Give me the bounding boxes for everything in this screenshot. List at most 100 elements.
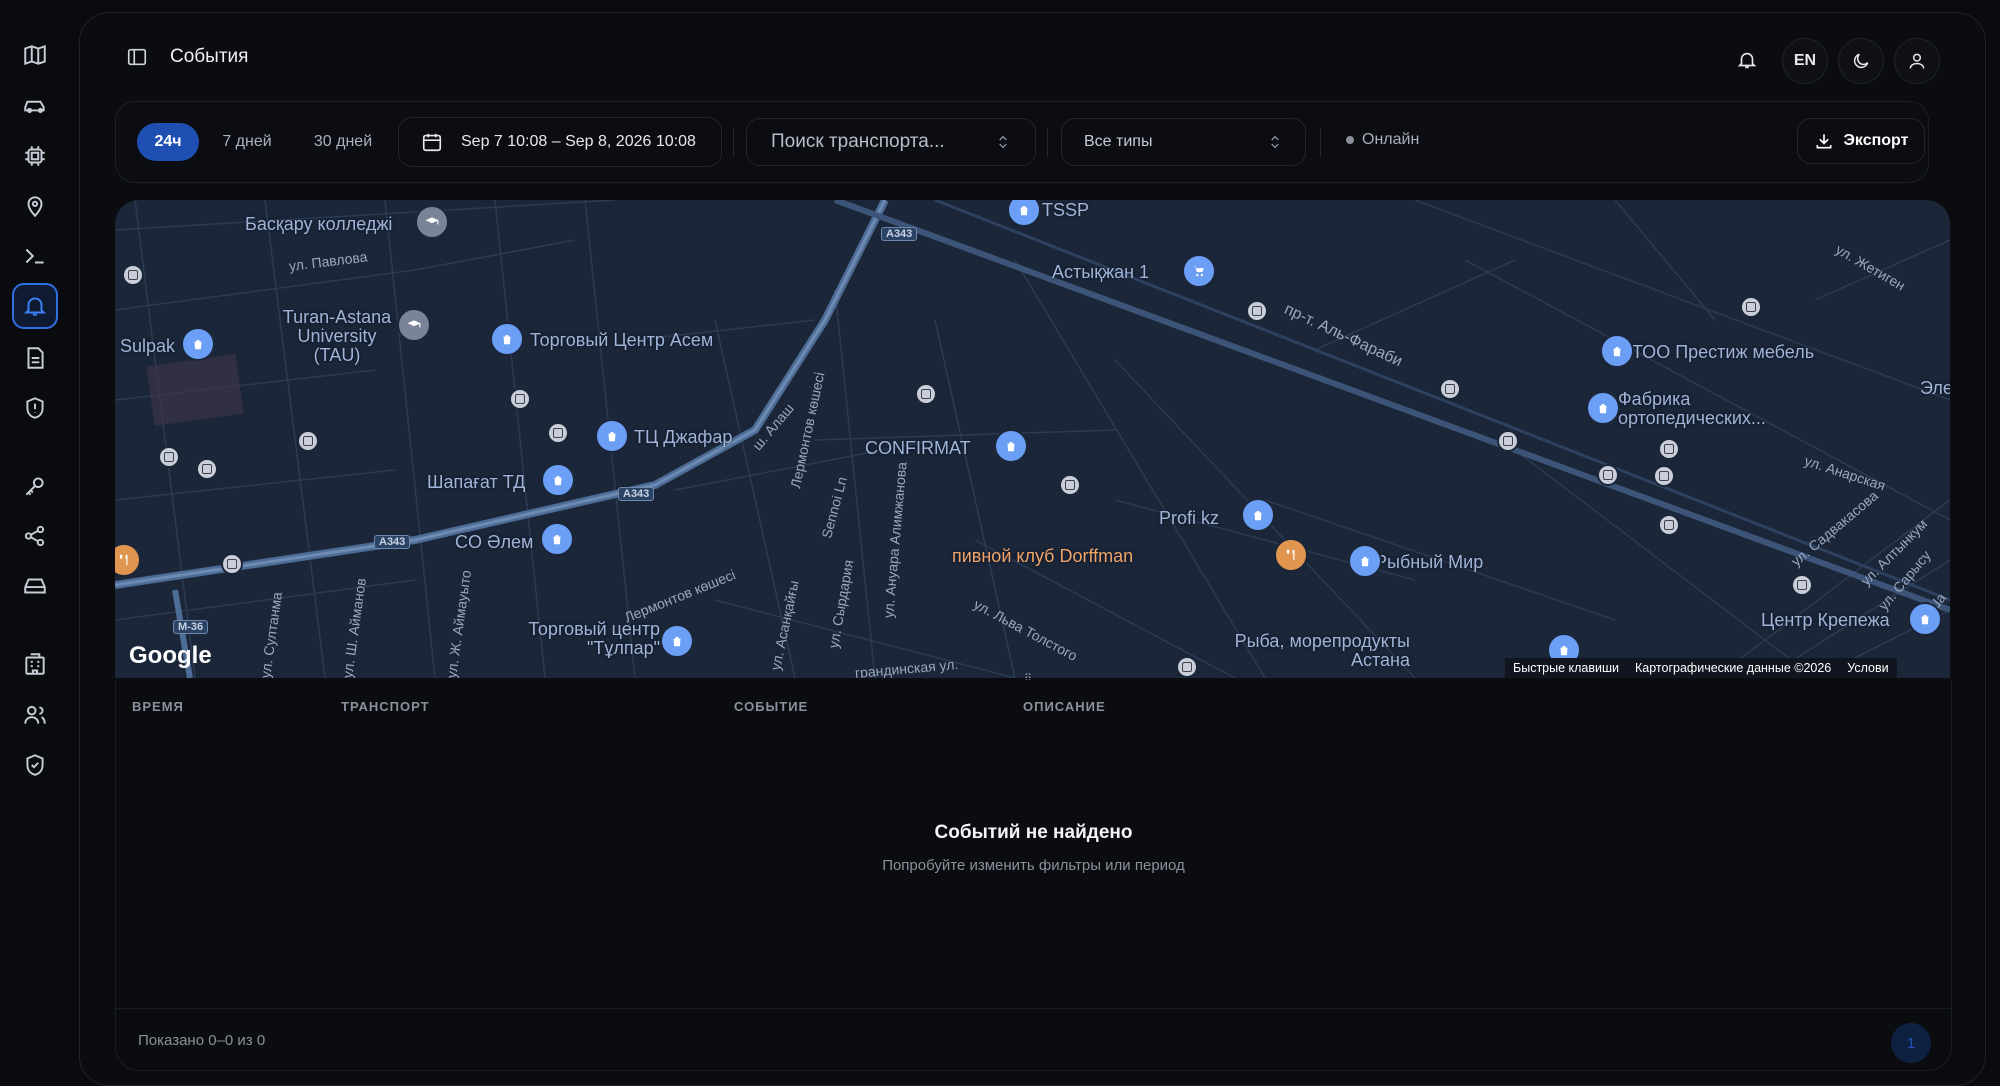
column-header-event[interactable]: СОБЫТИЕ [734, 699, 808, 714]
bus-stop-icon[interactable] [1658, 438, 1680, 460]
column-header-time[interactable]: ВРЕМЯ [132, 699, 184, 714]
terms-link[interactable]: Услови [1839, 658, 1897, 678]
shopping-bag-pin-icon[interactable] [490, 322, 524, 356]
place-label: Рыбный Мир [1375, 552, 1484, 572]
page-1-button[interactable]: 1 [1891, 1023, 1931, 1063]
shopping-bag-pin-icon[interactable] [1586, 391, 1620, 425]
place-label: Торговый центр "Тұлпар" [528, 619, 660, 658]
period-30d-button[interactable]: 30 дней [303, 123, 383, 161]
user-profile-icon[interactable] [1894, 38, 1940, 84]
place-label: Profi kz [1159, 508, 1220, 528]
bus-stop-icon[interactable] [1597, 464, 1619, 486]
place-label: Turan-Astana University (TAU) [282, 307, 392, 365]
bus-stop-icon[interactable] [1176, 656, 1198, 678]
shield-alert-nav-icon[interactable] [12, 385, 58, 431]
bus-stop-icon[interactable] [221, 553, 243, 575]
shopping-bag-pin-icon[interactable] [1241, 498, 1275, 532]
type-select-value: Все типы [1084, 133, 1153, 150]
bus-stop-icon[interactable] [1439, 378, 1461, 400]
shopping-bag-pin-icon[interactable] [181, 327, 215, 361]
calendar-icon [421, 131, 443, 153]
map-nav-icon[interactable] [12, 32, 58, 78]
type-select[interactable]: Все типы [1061, 118, 1306, 166]
shopping-bag-pin-icon[interactable] [994, 429, 1028, 463]
cart-pin-icon[interactable] [1182, 254, 1216, 288]
bus-stop-icon[interactable] [122, 264, 144, 286]
bus-stop-icon[interactable] [1246, 300, 1268, 322]
terminal-nav-icon[interactable] [12, 233, 58, 279]
bus-stop-icon[interactable] [1740, 296, 1762, 318]
vehicle-search-input[interactable]: Поиск транспорта... [746, 118, 1036, 166]
divider [116, 1008, 1951, 1009]
period-24h-button[interactable]: 24ч [137, 123, 199, 161]
column-header-vehicle[interactable]: ТРАНСПОРТ [341, 699, 430, 714]
road-code: M-36 [173, 620, 209, 634]
keyboard-shortcuts-link[interactable]: Быстрые клавиши [1505, 658, 1628, 678]
bus-stop-icon[interactable] [547, 422, 569, 444]
road-code: A343 [881, 227, 918, 241]
divider [1047, 127, 1048, 157]
shopping-bag-pin-icon[interactable] [1908, 602, 1942, 636]
online-filter[interactable]: Онлайн [1346, 131, 1419, 149]
shopping-bag-pin-icon[interactable] [1600, 334, 1634, 368]
period-7d-button[interactable]: 7 дней [212, 123, 282, 161]
bus-stop-icon[interactable] [297, 430, 319, 452]
status-dot [1346, 136, 1354, 144]
date-range-text: Sep 7 10:08 – Sep 8, 2026 10:08 [461, 133, 696, 150]
shopping-bag-pin-icon[interactable] [541, 463, 575, 497]
bus-stop-icon[interactable] [1653, 465, 1675, 487]
building-nav-icon[interactable] [12, 641, 58, 687]
theme-toggle-moon-icon[interactable] [1838, 38, 1884, 84]
school-pin-icon[interactable] [397, 308, 431, 342]
place-label: TSSP [1042, 200, 1090, 220]
shopping-bag-pin-icon[interactable] [595, 419, 629, 453]
place-label: CO Әлем [455, 532, 534, 552]
shield-check-nav-icon[interactable] [12, 742, 58, 788]
divider [733, 127, 734, 157]
place-label: ТЦ Джафар [634, 427, 733, 447]
bus-stop-icon[interactable] [1658, 514, 1680, 536]
bus-stop-icon[interactable] [509, 388, 531, 410]
google-logo: Google [129, 642, 212, 669]
chevron-up-down-icon [1267, 134, 1283, 150]
shopping-bag-pin-icon[interactable] [1348, 544, 1382, 578]
location-nav-icon[interactable] [12, 183, 58, 229]
key-nav-icon[interactable] [12, 463, 58, 509]
events-table: ВРЕМЯ ТРАНСПОРТ СОБЫТИЕ ОПИСАНИЕ Событий… [115, 680, 1952, 1071]
place-label: Басқару колледжі [245, 214, 393, 234]
date-range-picker[interactable]: Sep 7 10:08 – Sep 8, 2026 10:08 [398, 117, 722, 167]
online-label: Онлайн [1362, 131, 1420, 148]
chip-nav-icon[interactable] [12, 133, 58, 179]
bell-nav-icon[interactable] [12, 283, 58, 329]
export-button[interactable]: Экспорт [1797, 118, 1925, 164]
car-nav-icon[interactable] [12, 82, 58, 128]
document-nav-icon[interactable] [12, 335, 58, 381]
chevron-up-down-icon [995, 134, 1011, 150]
place-label: Фабрика ортопедических... [1618, 389, 1766, 428]
notifications-bell-icon[interactable] [1725, 38, 1769, 82]
place-label: Рыба, морепродукты Астана [1234, 631, 1410, 670]
resize-handle-icon[interactable]: ⠿ [1024, 672, 1036, 685]
sidebar-toggle-icon[interactable] [126, 46, 148, 68]
network-nav-icon[interactable] [12, 513, 58, 559]
shopping-bag-pin-icon[interactable] [660, 624, 694, 658]
language-button[interactable]: EN [1782, 38, 1828, 84]
place-label: пивной клуб Dorffman [952, 546, 1134, 566]
school-pin-icon[interactable] [415, 205, 449, 239]
bus-stop-icon[interactable] [1497, 430, 1519, 452]
column-header-description[interactable]: ОПИСАНИЕ [1023, 699, 1106, 714]
shopping-bag-pin-icon[interactable] [540, 522, 574, 556]
page-title: События [170, 46, 249, 67]
bus-stop-icon[interactable] [1059, 474, 1081, 496]
bus-stop-icon[interactable] [158, 446, 180, 468]
empty-state-title: Событий не найдено [934, 822, 1133, 843]
bus-stop-icon[interactable] [915, 383, 937, 405]
users-nav-icon[interactable] [12, 692, 58, 738]
bus-stop-icon[interactable] [1791, 574, 1813, 596]
storage-nav-icon[interactable] [12, 563, 58, 609]
restaurant-pin-icon[interactable] [1274, 538, 1308, 572]
bus-stop-icon[interactable] [196, 458, 218, 480]
pagination-summary: Показано 0–0 из 0 [138, 1032, 266, 1049]
map-view[interactable]: A343 A343 A343 M-36 ул. Павлова ш. Алаш … [115, 200, 1950, 678]
place-label: Шапағат ТД [427, 472, 526, 492]
